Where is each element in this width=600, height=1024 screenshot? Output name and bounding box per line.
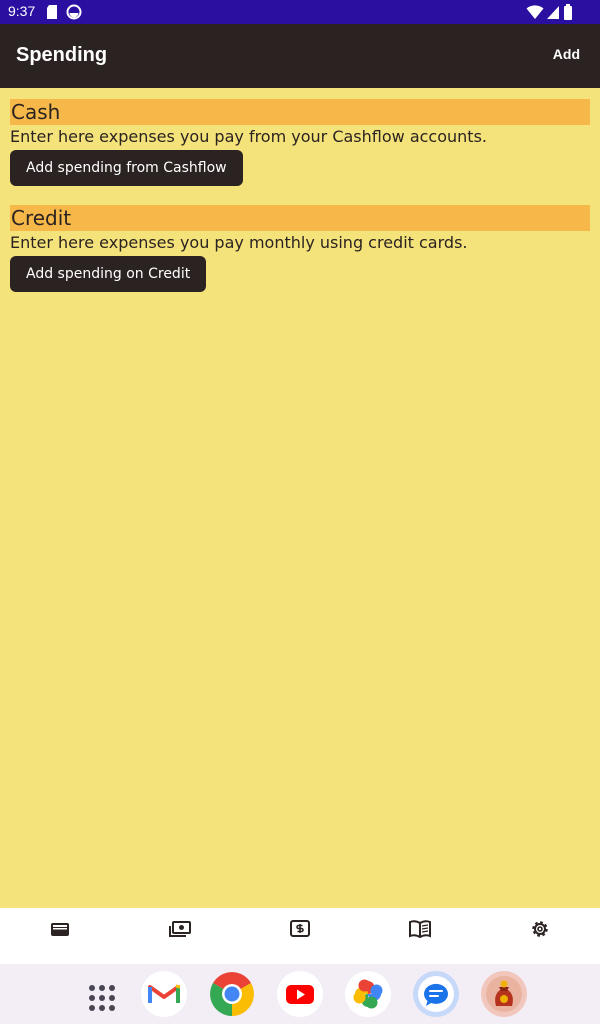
add-spending-from-cashflow-button[interactable]: Add spending from Cashflow [10,150,243,186]
dollar-box-icon[interactable] [288,918,312,940]
status-time: 9:37 [8,3,36,19]
cash-section: Cash Enter here expenses you pay from yo… [10,99,590,186]
launcher-dock [0,964,600,1024]
chrome-icon[interactable] [209,971,255,1017]
gmail-icon[interactable] [141,971,187,1017]
sync-circle-icon [66,4,82,20]
money-bag-app-icon[interactable] [481,971,527,1017]
settings-icon[interactable] [528,918,552,940]
battery-icon [564,4,572,20]
section-title-credit: Credit [10,205,590,231]
bottom-navigation [0,908,600,964]
app-drawer-icon[interactable] [79,971,125,1017]
book-icon[interactable] [408,918,432,940]
sd-card-icon [47,5,57,19]
add-button[interactable]: Add [553,46,580,62]
wifi-icon [526,5,544,19]
wallet-icon[interactable] [48,918,72,940]
signal-icon [547,6,559,19]
cash-icon[interactable] [168,918,192,940]
add-spending-on-credit-button[interactable]: Add spending on Credit [10,256,207,292]
page-title: Spending [16,44,108,66]
section-title-cash: Cash [10,99,590,125]
photos-icon[interactable] [345,971,391,1017]
section-description-credit: Enter here expenses you pay monthly usin… [10,233,468,252]
credit-section: Credit Enter here expenses you pay month… [10,205,590,292]
status-bar: 9:37 [0,0,600,24]
youtube-icon[interactable] [277,971,323,1017]
section-description-cash: Enter here expenses you pay from your Ca… [10,127,487,146]
messages-icon[interactable] [413,971,459,1017]
app-bar: Spending Add [0,24,600,88]
main-content: Cash Enter here expenses you pay from yo… [0,88,600,908]
